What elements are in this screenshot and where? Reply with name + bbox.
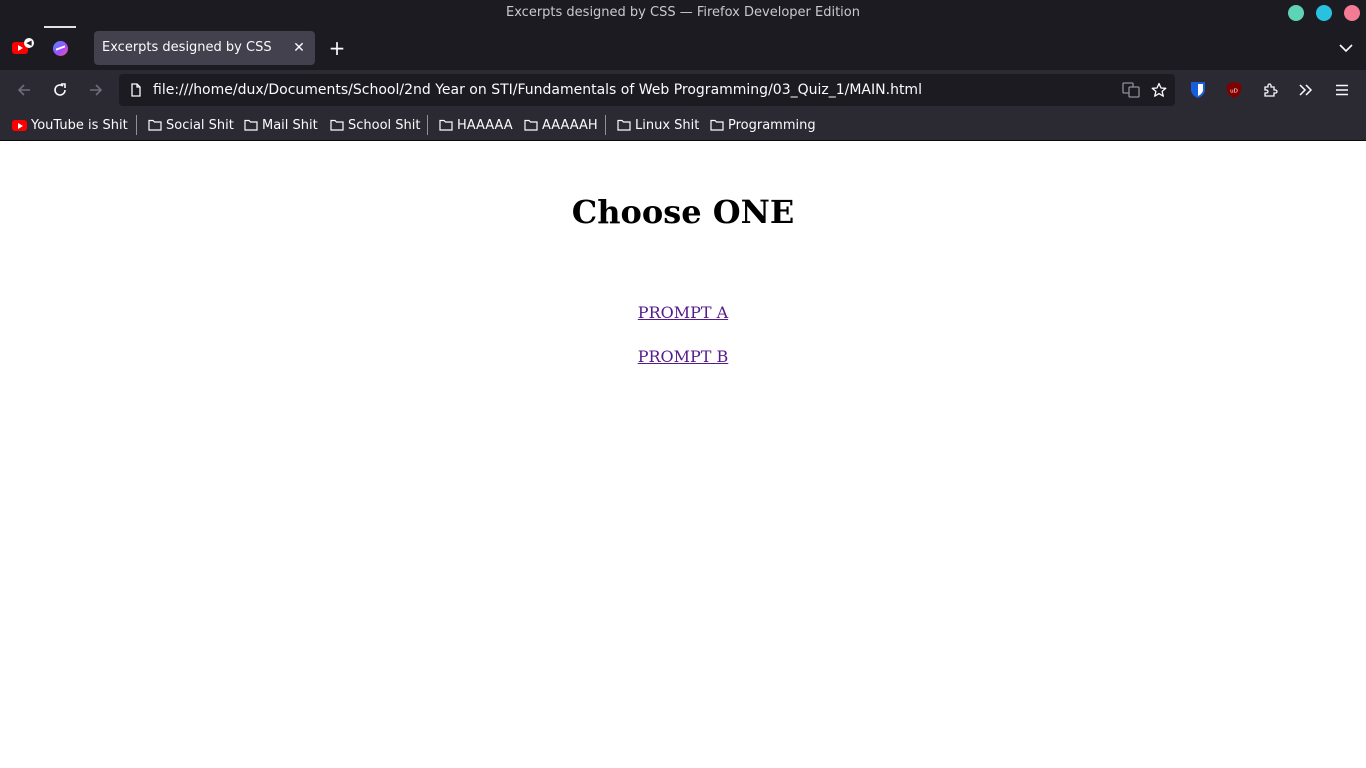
bookmark-youtube[interactable]: YouTube is Shit xyxy=(12,110,128,140)
svg-text:uD: uD xyxy=(1230,89,1238,95)
app-menu-button[interactable] xyxy=(1326,74,1358,106)
ublock-origin-button[interactable]: uD xyxy=(1218,74,1250,106)
maximize-button[interactable] xyxy=(1316,5,1332,21)
back-icon xyxy=(17,84,30,96)
bookmark-label: Social Shit xyxy=(166,117,234,133)
bookmark-folder-mail[interactable]: Mail Shit xyxy=(244,110,318,140)
extensions-icon xyxy=(1264,83,1278,97)
folder-icon xyxy=(617,119,631,131)
page-content: Choose ONE PROMPT A PROMPT B xyxy=(0,141,1366,768)
bookmark-folder-linux[interactable]: Linux Shit xyxy=(617,110,699,140)
bookmark-separator xyxy=(605,115,606,135)
overflow-chevron-icon xyxy=(1299,84,1313,96)
url-bar[interactable]: file:///home/dux/Documents/School/2nd Ye… xyxy=(119,74,1175,106)
translate-button[interactable] xyxy=(1119,78,1143,102)
pinned-tab-messenger[interactable] xyxy=(44,26,76,70)
folder-icon xyxy=(244,119,258,131)
folder-icon xyxy=(330,119,344,131)
bookmark-folder-social[interactable]: Social Shit xyxy=(148,110,234,140)
prompt-a-container: PROMPT A xyxy=(0,303,1366,322)
bookmark-separator xyxy=(427,115,428,135)
minimize-button[interactable] xyxy=(1288,5,1304,21)
prompt-b-container: PROMPT B xyxy=(0,347,1366,366)
bookmark-folder-haaaaa[interactable]: HAAAAA xyxy=(439,110,513,140)
prompt-b-link[interactable]: PROMPT B xyxy=(638,347,729,366)
translate-icon xyxy=(1122,82,1140,98)
bookmark-label: Mail Shit xyxy=(262,117,318,133)
forward-icon xyxy=(90,84,103,96)
bookmark-folder-aaaaah[interactable]: AAAAAH xyxy=(524,110,598,140)
bookmark-folder-programming[interactable]: Programming xyxy=(710,110,816,140)
reload-button[interactable] xyxy=(44,74,76,106)
more-tools-button[interactable] xyxy=(1290,74,1322,106)
extensions-button[interactable] xyxy=(1254,74,1286,106)
bookmark-label: School Shit xyxy=(348,117,421,133)
tab-label: Excerpts designed by CSS xyxy=(102,40,272,55)
page-heading: Choose ONE xyxy=(571,193,795,231)
window-titlebar: Excerpts designed by CSS — Firefox Devel… xyxy=(0,0,1366,26)
list-all-tabs-button[interactable] xyxy=(1336,31,1356,65)
pinned-tab-youtube[interactable]: ◀ xyxy=(4,26,36,70)
navigation-toolbar: file:///home/dux/Documents/School/2nd Ye… xyxy=(0,70,1366,110)
bookmark-label: YouTube is Shit xyxy=(31,117,128,133)
folder-icon xyxy=(439,119,453,131)
close-window-button[interactable] xyxy=(1344,5,1360,21)
folder-icon xyxy=(524,119,538,131)
window-controls xyxy=(1288,5,1360,21)
bookmark-label: HAAAAA xyxy=(457,117,513,133)
page-icon[interactable] xyxy=(129,83,143,97)
folder-icon xyxy=(710,119,724,131)
bookmarks-toolbar: YouTube is Shit Social Shit Mail Shit Sc… xyxy=(0,110,1366,141)
bookmark-page-button[interactable] xyxy=(1147,78,1171,102)
bookmark-label: Programming xyxy=(728,117,816,133)
tab-active[interactable]: Excerpts designed by CSS ✕ xyxy=(94,31,315,65)
ublock-origin-icon: uD xyxy=(1227,82,1241,98)
window-title: Excerpts designed by CSS — Firefox Devel… xyxy=(506,5,860,20)
forward-button[interactable] xyxy=(80,74,112,106)
url-text[interactable]: file:///home/dux/Documents/School/2nd Ye… xyxy=(153,74,922,106)
bookmark-folder-school[interactable]: School Shit xyxy=(330,110,421,140)
audio-playing-icon[interactable]: ◀ xyxy=(24,38,34,48)
new-tab-button[interactable]: + xyxy=(324,31,350,65)
tab-strip: ◀ Excerpts designed by CSS ✕ + xyxy=(0,26,1366,70)
youtube-icon xyxy=(12,119,27,131)
menu-icon xyxy=(1336,84,1348,96)
folder-icon xyxy=(148,119,162,131)
bookmark-label: AAAAAH xyxy=(542,117,598,133)
bookmark-label: Linux Shit xyxy=(635,117,700,133)
chevron-down-icon xyxy=(1339,44,1353,52)
messenger-icon xyxy=(52,40,68,56)
back-button[interactable] xyxy=(8,74,40,106)
browser-window: Excerpts designed by CSS — Firefox Devel… xyxy=(0,0,1366,768)
tab-close-icon[interactable]: ✕ xyxy=(291,31,307,65)
bitwarden-button[interactable] xyxy=(1182,74,1214,106)
reload-icon xyxy=(54,83,66,96)
bookmark-star-icon xyxy=(1151,82,1167,97)
bookmark-separator xyxy=(136,115,137,135)
bitwarden-icon xyxy=(1191,82,1205,98)
prompt-a-link[interactable]: PROMPT A xyxy=(638,303,728,322)
